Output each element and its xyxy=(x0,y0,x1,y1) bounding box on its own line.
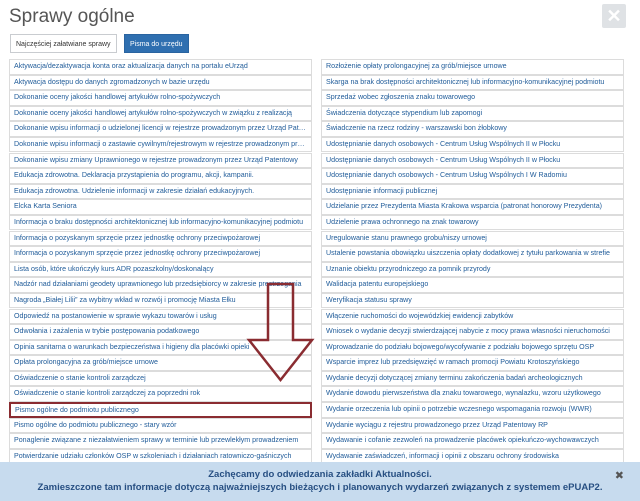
banner-line-1: Zachęcamy do odwiedzania zakładki Aktual… xyxy=(208,469,432,480)
info-banner: Zachęcamy do odwiedzania zakładki Aktual… xyxy=(0,462,640,501)
banner-close-icon[interactable]: ✖ xyxy=(615,469,624,482)
arrow-annotation xyxy=(246,282,315,383)
dialog: Sprawy ogólne ✕ Najczęściej załatwiane s… xyxy=(0,0,640,501)
down-arrow-icon xyxy=(246,282,315,383)
banner-line-2: Zamieszczone tam informacje dotyczą najw… xyxy=(37,482,603,493)
